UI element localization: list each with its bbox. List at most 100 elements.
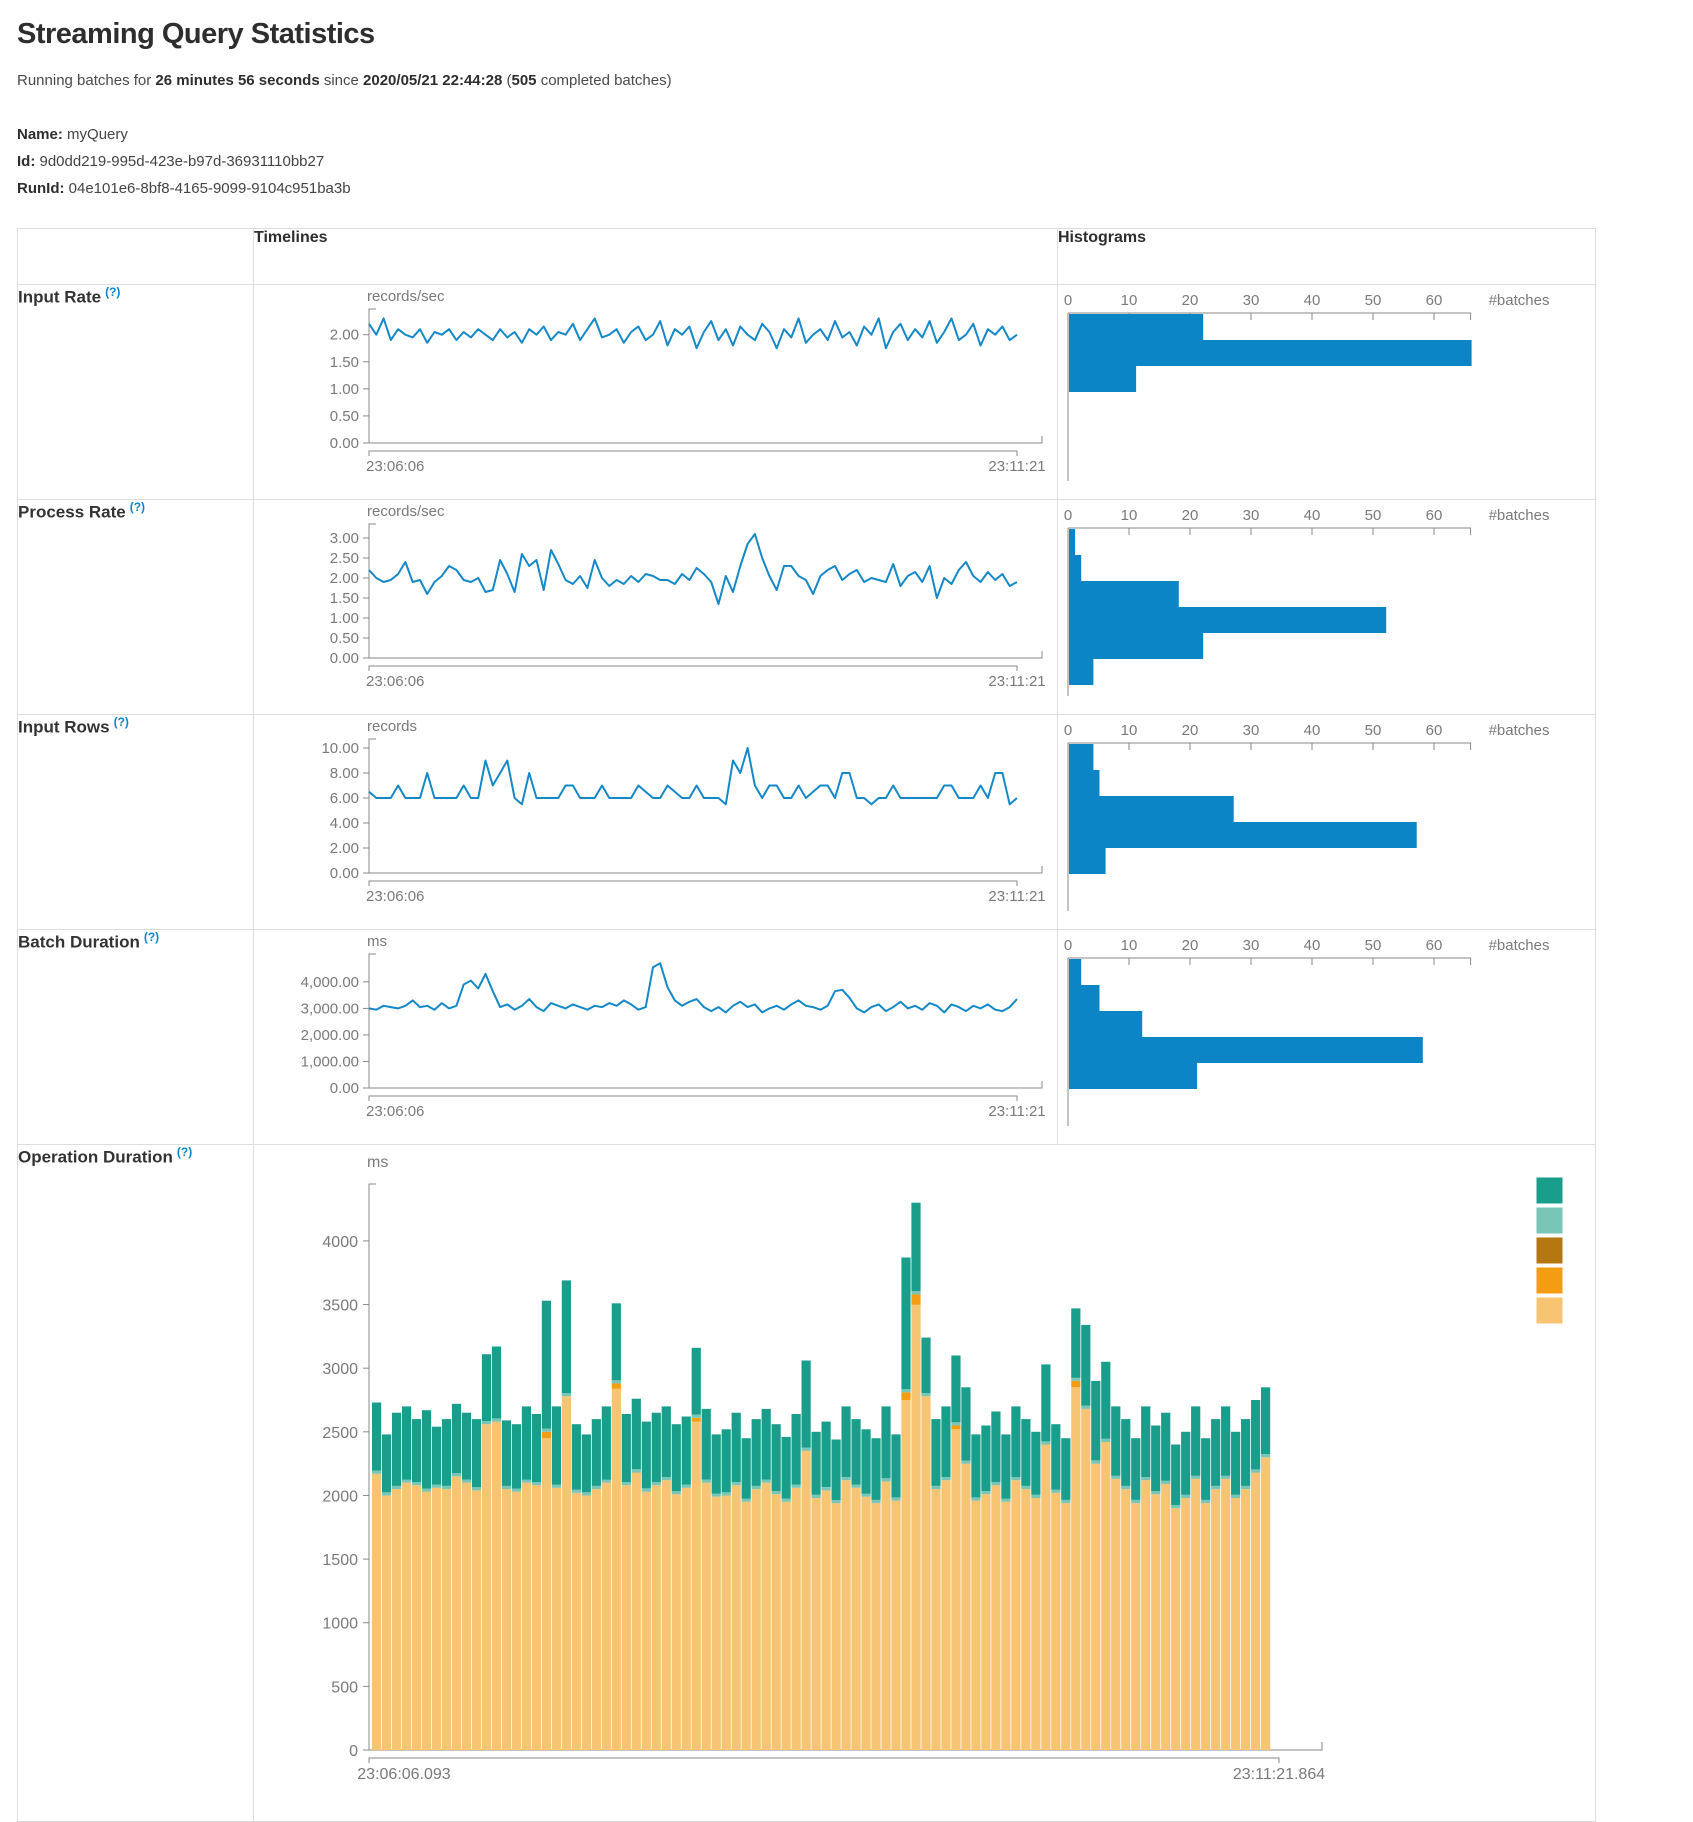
svg-text:60: 60 bbox=[1426, 722, 1443, 739]
statistics-table: Timelines Histograms Input Rate(?) recor… bbox=[17, 228, 1596, 1822]
svg-text:10: 10 bbox=[1121, 937, 1138, 954]
svg-text:0: 0 bbox=[1064, 292, 1072, 309]
svg-text:0.50: 0.50 bbox=[330, 408, 359, 425]
process-rate-histogram-chart: 0102030405060#batches bbox=[1058, 500, 1595, 714]
svg-text:0: 0 bbox=[1064, 507, 1072, 524]
summary-middle: since bbox=[320, 72, 363, 89]
svg-text:40: 40 bbox=[1304, 937, 1321, 954]
svg-text:23:06:06: 23:06:06 bbox=[366, 888, 424, 905]
operation-duration-cell: ms4000350030002500200015001000500023:06:… bbox=[254, 1145, 1596, 1822]
svg-text:0.00: 0.00 bbox=[330, 1080, 359, 1097]
svg-text:30: 30 bbox=[1243, 722, 1260, 739]
metric-column-header bbox=[18, 229, 254, 285]
svg-text:30: 30 bbox=[1243, 507, 1260, 524]
svg-text:1.00: 1.00 bbox=[330, 610, 359, 627]
metric-label: Input Rate bbox=[18, 287, 101, 306]
input-rows-timeline-cell: records10.008.006.004.002.000.0023:06:06… bbox=[254, 715, 1058, 930]
svg-text:23:11:21: 23:11:21 bbox=[988, 1103, 1045, 1120]
running-batches-summary: Running batches for 26 minutes 56 second… bbox=[17, 72, 1676, 89]
svg-text:1,000.00: 1,000.00 bbox=[301, 1053, 359, 1070]
help-icon[interactable]: (?) bbox=[130, 500, 145, 514]
help-icon[interactable]: (?) bbox=[144, 930, 159, 944]
svg-text:2.00: 2.00 bbox=[330, 570, 359, 587]
metric-label-cell: Input Rate (?) bbox=[18, 285, 254, 500]
input-rate-timeline-chart: records/sec2.001.501.000.500.0023:06:062… bbox=[254, 285, 1057, 499]
metric-label: Input Rows bbox=[18, 717, 110, 736]
svg-text:0.00: 0.00 bbox=[330, 650, 359, 667]
input-rows-histogram-chart: 0102030405060#batches bbox=[1058, 715, 1595, 929]
svg-text:#batches: #batches bbox=[1489, 937, 1550, 954]
svg-text:4,000.00: 4,000.00 bbox=[301, 974, 359, 991]
svg-text:ms: ms bbox=[367, 933, 387, 950]
svg-text:20: 20 bbox=[1182, 507, 1199, 524]
page-title: Streaming Query Statistics bbox=[17, 18, 1676, 51]
metric-label: Operation Duration bbox=[18, 1147, 173, 1166]
svg-text:3,000.00: 3,000.00 bbox=[301, 1000, 359, 1017]
svg-text:20: 20 bbox=[1182, 292, 1199, 309]
svg-text:0.00: 0.00 bbox=[330, 865, 359, 882]
help-icon[interactable]: (?) bbox=[114, 715, 129, 729]
svg-text:60: 60 bbox=[1426, 292, 1443, 309]
svg-text:1.50: 1.50 bbox=[330, 590, 359, 607]
metric-label-cell: Operation Duration (?) bbox=[18, 1145, 254, 1822]
svg-text:3000: 3000 bbox=[322, 1361, 358, 1378]
input-rows-histogram-cell: 0102030405060#batches bbox=[1058, 715, 1596, 930]
svg-text:50: 50 bbox=[1365, 937, 1382, 954]
svg-text:50: 50 bbox=[1365, 507, 1382, 524]
summary-paren: ( bbox=[502, 72, 511, 89]
metric-label-cell: Input Rows (?) bbox=[18, 715, 254, 930]
help-icon[interactable]: (?) bbox=[177, 1145, 192, 1159]
query-runid-value: 04e101e6-8bf8-4165-9099-9104c951ba3b bbox=[69, 180, 351, 197]
metric-label: Batch Duration bbox=[18, 932, 140, 951]
input-rate-timeline-cell: records/sec2.001.501.000.500.0023:06:062… bbox=[254, 285, 1058, 500]
timelines-column-header: Timelines bbox=[254, 229, 1058, 285]
svg-text:23:06:06: 23:06:06 bbox=[366, 1103, 424, 1120]
running-duration: 26 minutes 56 seconds bbox=[155, 72, 319, 89]
svg-text:23:11:21: 23:11:21 bbox=[988, 673, 1045, 690]
svg-text:#batches: #batches bbox=[1489, 722, 1550, 739]
process-rate-histogram-cell: 0102030405060#batches bbox=[1058, 500, 1596, 715]
svg-text:60: 60 bbox=[1426, 937, 1443, 954]
svg-text:23:06:06.093: 23:06:06.093 bbox=[357, 1766, 451, 1783]
process-rate-timeline-cell: records/sec3.002.502.001.501.000.500.002… bbox=[254, 500, 1058, 715]
query-name-value: myQuery bbox=[67, 126, 128, 143]
query-id-value: 9d0dd219-995d-423e-b97d-36931110bb27 bbox=[40, 153, 325, 170]
svg-text:2.50: 2.50 bbox=[330, 550, 359, 567]
svg-text:6.00: 6.00 bbox=[330, 790, 359, 807]
svg-text:records/sec: records/sec bbox=[367, 288, 445, 305]
summary-prefix: Running batches for bbox=[17, 72, 155, 89]
svg-text:0: 0 bbox=[1064, 937, 1072, 954]
svg-text:3500: 3500 bbox=[322, 1298, 358, 1315]
svg-text:30: 30 bbox=[1243, 292, 1260, 309]
svg-text:1.50: 1.50 bbox=[330, 354, 359, 371]
process-rate-timeline-chart: records/sec3.002.502.001.501.000.500.002… bbox=[254, 500, 1057, 714]
svg-text:10.00: 10.00 bbox=[321, 740, 359, 757]
input-rate-histogram-chart: 0102030405060#batches bbox=[1058, 285, 1595, 499]
help-icon[interactable]: (?) bbox=[105, 285, 120, 299]
metric-label: Process Rate bbox=[18, 502, 126, 521]
svg-text:3.00: 3.00 bbox=[330, 530, 359, 547]
svg-text:40: 40 bbox=[1304, 507, 1321, 524]
legend-swatch-teal bbox=[1536, 1177, 1563, 1204]
svg-text:23:11:21.864: 23:11:21.864 bbox=[1233, 1766, 1325, 1783]
svg-text:1.00: 1.00 bbox=[330, 381, 359, 398]
table-row-operation-duration: Operation Duration(?) ms4000350030002500… bbox=[18, 1145, 1596, 1822]
operation-duration-chart: ms4000350030002500200015001000500023:06:… bbox=[254, 1145, 1594, 1821]
table-row-batch-duration: Batch Duration(?) ms4,000.003,000.002,00… bbox=[18, 930, 1596, 1145]
query-runid-line: RunId: 04e101e6-8bf8-4165-9099-9104c951b… bbox=[17, 175, 1676, 202]
input-rate-histogram-cell: 0102030405060#batches bbox=[1058, 285, 1596, 500]
svg-text:40: 40 bbox=[1304, 292, 1321, 309]
completed-batch-count: 505 bbox=[512, 72, 537, 89]
svg-text:0: 0 bbox=[1064, 722, 1072, 739]
table-row-input-rate: Input Rate(?) records/sec2.001.501.000.5… bbox=[18, 285, 1596, 500]
table-row-input-rows: Input Rows(?) records10.008.006.004.002.… bbox=[18, 715, 1596, 930]
svg-text:40: 40 bbox=[1304, 722, 1321, 739]
table-row-process-rate: Process Rate (?) records/sec 3.00 2.50 2.00 1… bbox=[18, 500, 1596, 715]
query-name-label: Name: bbox=[17, 126, 63, 143]
svg-text:2000: 2000 bbox=[322, 1488, 358, 1505]
svg-text:records/sec: records/sec bbox=[367, 503, 445, 520]
svg-text:60: 60 bbox=[1426, 507, 1443, 524]
svg-text:10: 10 bbox=[1121, 722, 1138, 739]
batch-duration-histogram-chart: 0102030405060#batches bbox=[1058, 930, 1595, 1144]
query-name-line: Name: myQuery bbox=[17, 121, 1676, 148]
